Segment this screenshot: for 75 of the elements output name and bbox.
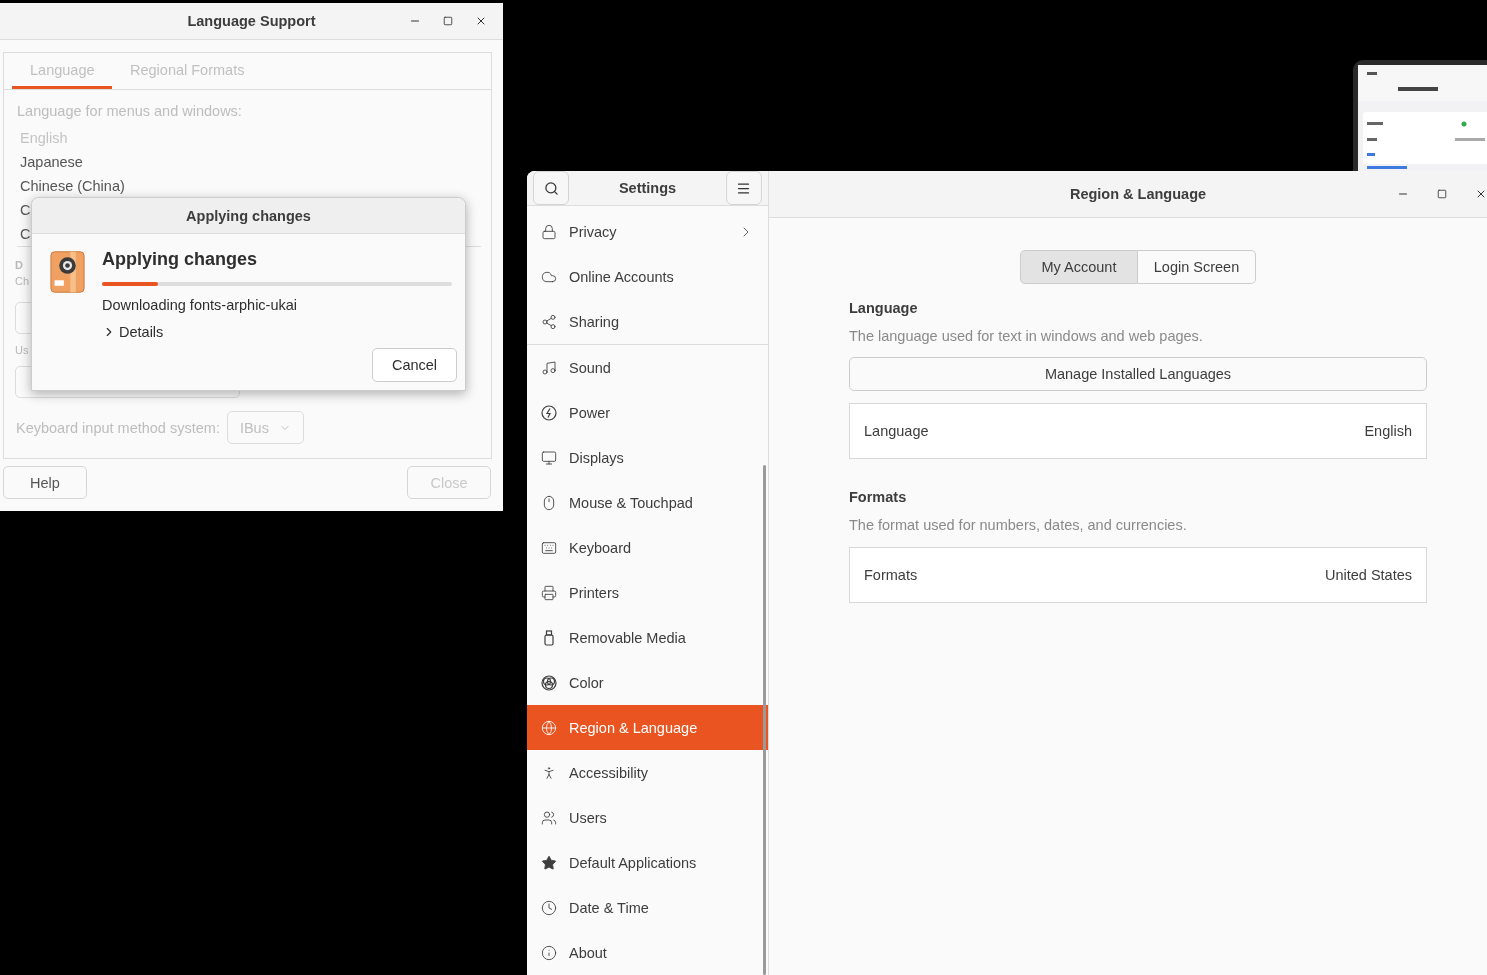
menu-button[interactable] [726, 171, 762, 205]
section-heading: Language [849, 299, 919, 318]
sidebar-item[interactable]: Region & Language [527, 705, 768, 750]
share-icon [541, 313, 557, 330]
sidebar-item[interactable]: Removable Media [527, 615, 768, 660]
dialog-title: Applying changes [186, 207, 311, 224]
language-item[interactable]: C [20, 222, 31, 246]
sidebar-item[interactable]: About [527, 930, 768, 975]
close-icon [475, 15, 487, 27]
setting-row[interactable]: Formats United States [849, 547, 1427, 603]
language-item[interactable]: Japanese [20, 150, 83, 174]
section-label: Language for menus and windows: [17, 102, 243, 121]
sidebar-item[interactable]: Default Applications [527, 840, 768, 885]
maximize-button[interactable] [441, 14, 455, 28]
maximize-icon [443, 16, 453, 26]
color-circles-icon [541, 674, 557, 691]
sidebar-item[interactable]: Accessibility [527, 750, 768, 795]
sidebar-item[interactable]: Mouse & Touchpad [527, 480, 768, 525]
sidebar-item[interactable]: Printers [527, 570, 768, 615]
info-icon [541, 944, 557, 961]
cancel-button[interactable]: Cancel [372, 348, 457, 382]
section-heading: Formats [849, 488, 908, 507]
section-text: Ch [15, 274, 30, 289]
search-icon [543, 180, 559, 196]
package-gear-icon [50, 249, 85, 295]
keyboard-icon [541, 539, 557, 556]
sidebar-item[interactable]: Online Accounts [527, 254, 768, 299]
language-item[interactable]: C [20, 198, 31, 222]
field-label: Keyboard input method system: [16, 418, 220, 438]
mouse-icon [541, 494, 557, 511]
power-icon [541, 404, 557, 421]
maximize-button[interactable] [1435, 187, 1449, 201]
person-icon [541, 764, 557, 781]
language-item[interactable]: Chinese (China) [20, 174, 125, 198]
menu-icon [736, 180, 752, 196]
segment-tab[interactable]: Login Screen [1138, 250, 1256, 284]
details-expander[interactable]: Details [102, 324, 452, 340]
window-title: Region & Language [1069, 186, 1207, 202]
music-note-icon [541, 359, 557, 376]
lock-icon [541, 223, 557, 240]
sidebar-item[interactable]: Color [527, 660, 768, 705]
sidebar-item[interactable]: Displays [527, 435, 768, 480]
monitor-icon [541, 449, 557, 466]
sidebar-item[interactable]: Sharing [527, 299, 768, 344]
users-icon [541, 809, 557, 826]
window-title: Language Support [187, 13, 316, 29]
printer-icon [541, 584, 557, 601]
globe-icon [541, 719, 557, 736]
clock-icon [541, 899, 557, 916]
search-button[interactable] [533, 171, 569, 205]
segment-tab[interactable]: My Account [1020, 250, 1138, 284]
maximize-icon [1437, 189, 1447, 199]
section-heading: D [15, 258, 23, 273]
sidebar-title: Settings [618, 180, 677, 196]
row-label: Language [864, 423, 929, 439]
row-label: Formats [864, 567, 918, 583]
sidebar-item[interactable]: Users [527, 795, 768, 840]
sidebar-item[interactable]: Keyboard [527, 525, 768, 570]
section-description: The format used for numbers, dates, and currencies. [849, 516, 1188, 535]
usb-stick-icon [541, 629, 557, 646]
star-icon [541, 854, 557, 871]
help-button[interactable]: Help [3, 466, 87, 499]
section-description: The language used for text in windows and web pages. [849, 327, 1204, 346]
sidebar-item[interactable]: Privacy [527, 209, 768, 254]
row-value: English [1364, 423, 1412, 439]
dialog-heading: Applying changes [102, 249, 259, 269]
sidebar-item[interactable]: Date & Time [527, 885, 768, 930]
row-value: United States [1324, 567, 1412, 583]
sidebar-item[interactable]: Power [527, 390, 768, 435]
section-label: Us [15, 343, 30, 358]
sidebar-item[interactable]: Sound [527, 345, 768, 390]
manage-languages-button[interactable]: Manage Installed Languages [849, 357, 1427, 391]
setting-row[interactable]: Language English [849, 403, 1427, 459]
status-text: Downloading fonts-arphic-ukai [102, 296, 299, 315]
close-icon [1475, 188, 1487, 200]
